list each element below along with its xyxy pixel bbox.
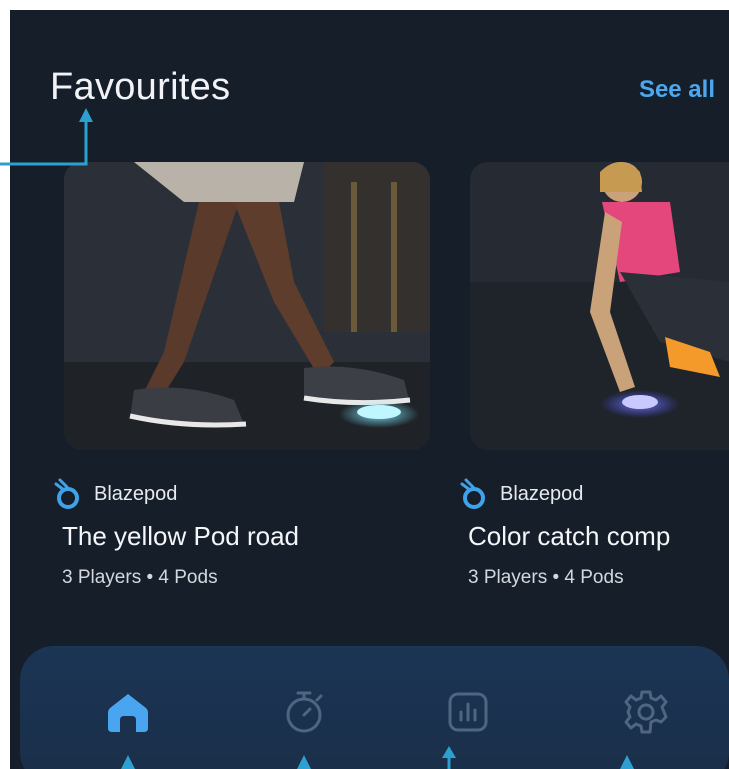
- card-title[interactable]: The yellow Pod road: [62, 521, 299, 552]
- see-all-link[interactable]: See all: [639, 76, 715, 104]
- card-meta: 3 Players • 4 Pods: [62, 567, 218, 588]
- gear-icon: [624, 690, 668, 734]
- card-meta: 3 Players • 4 Pods: [468, 567, 624, 588]
- page-title: Favourites: [50, 66, 231, 108]
- card-brand-label: Blazepod: [94, 482, 178, 505]
- blazepod-logo-icon: [458, 478, 490, 510]
- home-icon: [108, 694, 148, 732]
- nav-settings[interactable]: [616, 682, 676, 742]
- card-brand-label: Blazepod: [500, 482, 584, 505]
- favourite-card-image[interactable]: [64, 162, 430, 450]
- card-photo-runner: [470, 162, 729, 450]
- stopwatch-icon: [286, 691, 323, 733]
- bottom-navigation: [20, 646, 729, 769]
- nav-stats[interactable]: [438, 682, 498, 742]
- card-photo-legs: [64, 162, 430, 450]
- card-brand-row: Blazepod: [52, 478, 177, 510]
- nav-home[interactable]: [98, 682, 158, 742]
- card-brand-row: Blazepod: [458, 478, 583, 510]
- app-screen: Favourites See all Blazepod The yellow P…: [10, 10, 729, 769]
- nav-timer[interactable]: [274, 682, 334, 742]
- blazepod-logo-icon: [52, 478, 84, 510]
- bar-chart-icon: [448, 692, 488, 732]
- favourite-card-image[interactable]: [470, 162, 729, 450]
- card-title[interactable]: Color catch comp: [468, 521, 670, 552]
